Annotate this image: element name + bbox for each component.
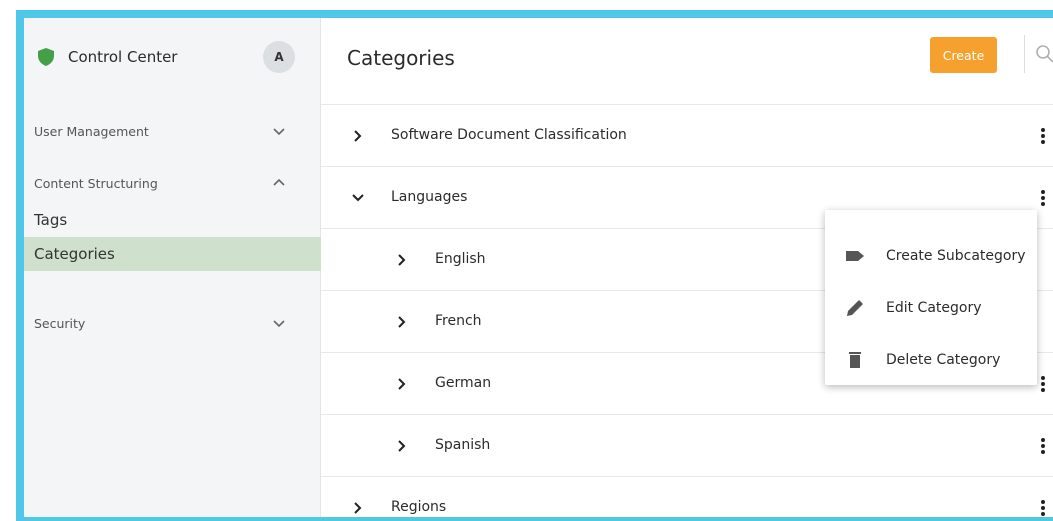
brand-name: Control Center	[68, 48, 178, 66]
chevron-right-icon[interactable]	[395, 439, 409, 453]
sidebar: Control Center A User Management Content…	[24, 18, 321, 517]
nav-group-label: Security	[34, 315, 86, 331]
tree-row-label: Regions	[391, 498, 447, 515]
nav-group-label: Content Structuring	[34, 175, 158, 191]
tree-row-label: Spanish	[435, 436, 491, 453]
sidebar-item-tags[interactable]: Tags	[24, 203, 321, 237]
page-title: Categories	[347, 46, 455, 70]
tree-row[interactable]: Spanish	[321, 414, 1053, 476]
more-icon[interactable]	[1037, 375, 1049, 393]
search-icon[interactable]	[1035, 44, 1053, 64]
tag-icon	[846, 251, 864, 261]
brand: Control Center	[38, 48, 177, 66]
menu-item-edit-category[interactable]: Edit Category	[825, 282, 1037, 334]
chevron-down-icon[interactable]	[351, 191, 365, 205]
chevron-down-icon	[273, 320, 285, 328]
tree-row[interactable]: Regions	[321, 476, 1053, 517]
menu-item-create-subcategory[interactable]: Create Subcategory	[825, 230, 1037, 282]
chevron-right-icon[interactable]	[351, 129, 365, 143]
sidebar-item-categories[interactable]: Categories	[24, 237, 321, 271]
more-icon[interactable]	[1037, 189, 1049, 207]
nav-group-security[interactable]: Security	[24, 308, 321, 338]
chevron-right-icon[interactable]	[395, 315, 409, 329]
chevron-right-icon[interactable]	[351, 501, 365, 515]
tree-row-label: German	[435, 374, 492, 391]
context-menu: Create Subcategory Edit Category Delete …	[825, 210, 1037, 385]
menu-item-delete-category[interactable]: Delete Category	[825, 334, 1037, 386]
more-icon[interactable]	[1037, 499, 1049, 517]
menu-item-label: Create Subcategory	[886, 248, 1026, 264]
menu-item-label: Edit Category	[886, 300, 982, 316]
chevron-right-icon[interactable]	[395, 377, 409, 391]
tree-row[interactable]: Software Document Classification	[321, 104, 1053, 166]
tree-row-label: English	[435, 250, 486, 267]
more-icon[interactable]	[1037, 437, 1049, 455]
nav-group-label: User Management	[34, 123, 149, 139]
nav-group-content-structuring[interactable]: Content Structuring	[24, 168, 321, 198]
nav-group-user-management[interactable]: User Management	[24, 116, 321, 146]
sidebar-item-label: Categories	[34, 245, 115, 263]
chevron-right-icon[interactable]	[395, 253, 409, 267]
shield-icon	[38, 48, 54, 66]
avatar[interactable]: A	[263, 41, 295, 73]
chevron-down-icon	[273, 128, 285, 136]
chevron-up-icon	[273, 178, 285, 186]
tree-row-label: French	[435, 312, 482, 329]
tree-row-label: Languages	[391, 188, 468, 205]
menu-item-label: Delete Category	[886, 352, 1001, 368]
create-button[interactable]: Create	[930, 37, 997, 73]
tree-row-label: Software Document Classification	[391, 126, 627, 143]
pencil-icon	[847, 300, 863, 316]
trash-icon	[849, 352, 861, 368]
sidebar-item-label: Tags	[34, 211, 68, 229]
divider	[1024, 35, 1025, 73]
more-icon[interactable]	[1037, 127, 1049, 145]
